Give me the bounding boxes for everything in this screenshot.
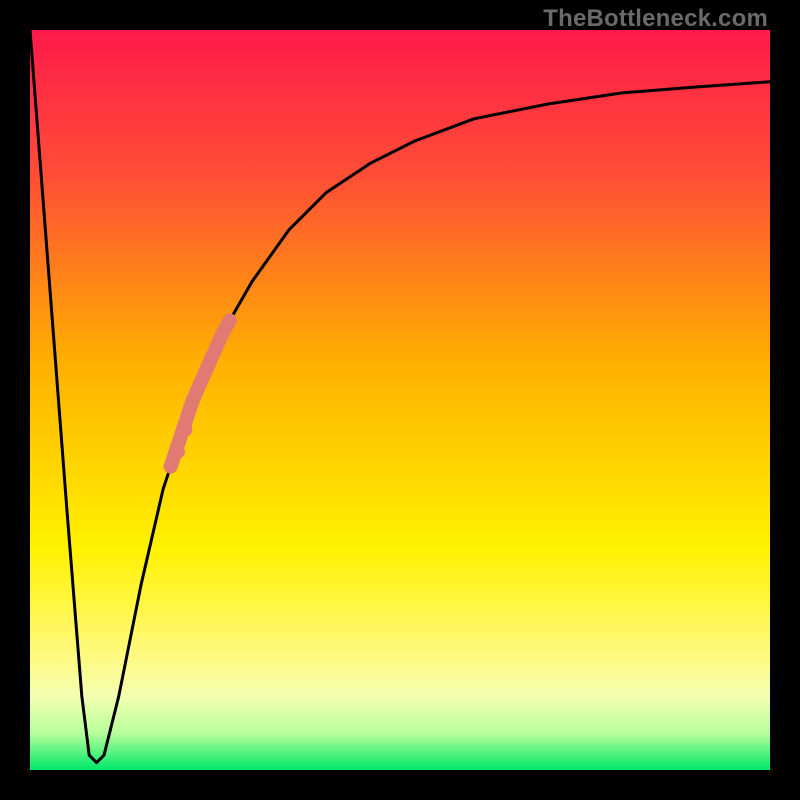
chart-frame: TheBottleneck.com <box>0 0 800 800</box>
background-gradient <box>30 30 770 770</box>
plot-svg <box>30 30 770 770</box>
highlight-dot <box>178 423 192 437</box>
plot-area <box>30 30 770 770</box>
highlight-dot <box>171 445 185 459</box>
watermark-text: TheBottleneck.com <box>543 5 768 33</box>
